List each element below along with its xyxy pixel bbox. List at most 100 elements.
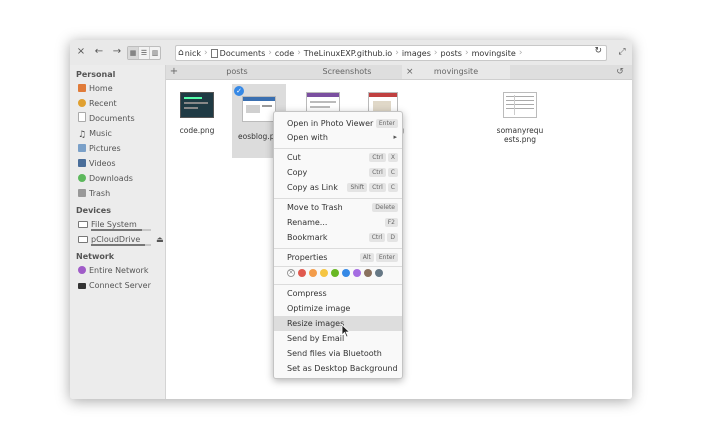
disk-usage-fill xyxy=(91,244,145,246)
tab-posts[interactable]: posts xyxy=(182,65,292,79)
breadcrumb-label: images xyxy=(401,48,431,58)
menu-item-open-photo-viewer[interactable]: Open in Photo Viewer Enter xyxy=(274,116,402,131)
menu-item-resize-images[interactable]: Resize images xyxy=(274,316,402,331)
color-red-swatch[interactable] xyxy=(298,269,306,277)
menu-item-label: Open in Photo Viewer xyxy=(287,119,374,128)
color-purple-swatch[interactable] xyxy=(353,269,361,277)
menu-item-send-by-email[interactable]: Send by Email xyxy=(274,331,402,346)
menu-item-cut[interactable]: Cut Ctrl X xyxy=(274,150,402,165)
sidebar-item-pclouddrive[interactable]: pCloudDrive ⏏ xyxy=(70,232,165,247)
sidebar-heading-devices: Devices xyxy=(76,206,111,215)
list-view-icon[interactable]: ☰ xyxy=(139,47,150,59)
shortcut-key: D xyxy=(387,233,398,242)
menu-item-open-with[interactable]: Open with ▸ xyxy=(274,130,402,145)
breadcrumb-documents[interactable]: Documents xyxy=(209,48,268,58)
menu-separator xyxy=(274,248,402,249)
sidebar-item-music[interactable]: ♫ Music xyxy=(70,126,165,141)
shortcut-key: C xyxy=(387,168,398,177)
file-item[interactable]: code.png xyxy=(170,86,224,135)
breadcrumb-home[interactable]: ⌂ nick xyxy=(176,48,203,58)
file-item[interactable]: somanyrequests.png xyxy=(492,86,548,144)
file-name: somanyrequests.png xyxy=(496,126,544,144)
color-slate-swatch[interactable] xyxy=(375,269,383,277)
selection-check-icon[interactable]: ✓ xyxy=(234,86,244,96)
reload-icon[interactable]: ↻ xyxy=(594,46,602,56)
menu-item-optimize-image[interactable]: Optimize image xyxy=(274,301,402,316)
breadcrumb-label: Documents xyxy=(219,48,266,58)
sidebar-item-label: Pictures xyxy=(89,144,121,153)
menu-item-label: Open with xyxy=(287,133,328,142)
new-tab-icon[interactable]: + xyxy=(166,65,182,79)
menu-separator xyxy=(274,198,402,199)
breadcrumb-posts[interactable]: posts xyxy=(439,49,464,58)
forward-arrow-icon[interactable]: → xyxy=(111,45,123,59)
menu-item-label: Copy as Link xyxy=(287,183,338,192)
tab-screenshots[interactable]: Screenshots xyxy=(292,65,402,79)
breadcrumb-movingsite[interactable]: movingsite xyxy=(470,49,518,58)
sidebar-item-label: pCloudDrive xyxy=(91,235,141,244)
breadcrumb-code[interactable]: code xyxy=(273,49,296,58)
breadcrumb-repo[interactable]: TheLinuxEXP.github.io xyxy=(302,49,394,58)
breadcrumb-label: TheLinuxEXP.github.io xyxy=(303,48,393,58)
grid-view-icon[interactable]: ▦ xyxy=(128,47,139,59)
sidebar-item-label: Recent xyxy=(89,99,117,108)
shortcut: Ctrl X xyxy=(369,153,398,162)
sidebar-item-videos[interactable]: Videos xyxy=(70,156,165,171)
menu-item-properties[interactable]: Properties Alt Enter xyxy=(274,250,402,265)
shortcut: Ctrl C xyxy=(369,168,398,177)
menu-item-copy[interactable]: Copy Ctrl C xyxy=(274,165,402,180)
sidebar-item-file-system[interactable]: File System xyxy=(70,217,165,232)
menu-item-label: Copy xyxy=(287,168,308,177)
file-thumbnail xyxy=(503,92,537,118)
sidebar-item-downloads[interactable]: Downloads xyxy=(70,171,165,186)
shortcut-key: Enter xyxy=(375,253,398,262)
shortcut-key: Ctrl xyxy=(368,233,386,242)
view-switcher: ▦ ☰ ▥ xyxy=(127,46,161,60)
back-arrow-icon[interactable]: ← xyxy=(93,45,105,59)
sidebar-item-label: Documents xyxy=(89,114,135,123)
color-blue-swatch[interactable] xyxy=(342,269,350,277)
menu-item-compress[interactable]: Compress xyxy=(274,286,402,301)
column-view-icon[interactable]: ▥ xyxy=(150,47,160,59)
path-bar[interactable]: ⌂ nick › Documents › code › TheLinuxEXP.… xyxy=(175,45,607,61)
tab-movingsite[interactable]: × movingsite xyxy=(402,65,510,79)
shortcut-key: Alt xyxy=(359,253,374,262)
color-brown-swatch[interactable] xyxy=(364,269,372,277)
restore-tab-icon[interactable]: ↺ xyxy=(612,65,628,79)
breadcrumb-label: movingsite xyxy=(471,48,516,58)
menu-item-move-to-trash[interactable]: Move to Trash Delete xyxy=(274,200,402,215)
breadcrumb-images[interactable]: images xyxy=(400,49,433,58)
sidebar-item-pictures[interactable]: Pictures xyxy=(70,141,165,156)
menu-item-bookmark[interactable]: Bookmark Ctrl D xyxy=(274,230,402,245)
color-yellow-swatch[interactable] xyxy=(320,269,328,277)
tab-close-icon[interactable]: × xyxy=(406,65,414,79)
sidebar-item-home[interactable]: Home xyxy=(70,81,165,96)
sidebar-item-label: Music xyxy=(89,129,112,138)
document-icon xyxy=(210,48,218,58)
color-none-swatch[interactable]: × xyxy=(287,269,295,277)
eject-icon[interactable]: ⏏ xyxy=(156,232,164,247)
color-green-swatch[interactable] xyxy=(331,269,339,277)
sidebar-item-recent[interactable]: Recent xyxy=(70,96,165,111)
sidebar-item-label: Connect Server xyxy=(89,281,151,290)
color-orange-swatch[interactable] xyxy=(309,269,317,277)
shortcut-key: Delete xyxy=(372,203,398,212)
shortcut-key: C xyxy=(387,183,398,192)
menu-item-label: Set as Desktop Background xyxy=(287,364,398,373)
sidebar-item-documents[interactable]: Documents xyxy=(70,111,165,126)
close-window-icon[interactable]: × xyxy=(76,45,86,59)
sidebar-item-label: Trash xyxy=(89,189,111,198)
recent-icon xyxy=(78,99,86,107)
sidebar-item-trash[interactable]: Trash xyxy=(70,186,165,201)
menu-item-label: Properties xyxy=(287,253,328,262)
sidebar-item-connect-server[interactable]: Connect Server xyxy=(70,278,165,293)
fullscreen-icon[interactable]: ⤢ xyxy=(616,45,628,59)
sidebar-item-entire-network[interactable]: Entire Network xyxy=(70,263,165,278)
menu-item-rename[interactable]: Rename... F2 xyxy=(274,215,402,230)
menu-item-send-via-bluetooth[interactable]: Send files via Bluetooth xyxy=(274,346,402,361)
menu-item-label: Send by Email xyxy=(287,334,345,343)
menu-item-label: Optimize image xyxy=(287,304,351,313)
shortcut-key: X xyxy=(387,153,398,162)
menu-item-set-desktop-background[interactable]: Set as Desktop Background xyxy=(274,361,402,376)
menu-item-copy-as-link[interactable]: Copy as Link Shift Ctrl C xyxy=(274,180,402,195)
